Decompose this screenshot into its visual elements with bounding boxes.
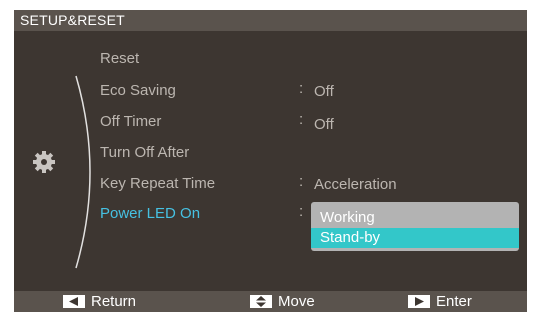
gear-icon bbox=[33, 151, 55, 173]
left-arrow-icon bbox=[63, 295, 85, 308]
enter-label: Enter bbox=[436, 293, 472, 310]
right-arrow-icon bbox=[408, 295, 430, 308]
menu-item-key-repeat-time[interactable]: Key Repeat Time bbox=[100, 175, 215, 192]
menu-item-off-timer[interactable]: Off Timer bbox=[100, 113, 161, 130]
off-timer-value: Off bbox=[314, 116, 334, 133]
separator-colon: : bbox=[299, 111, 304, 128]
navigation-bar: Return Move Enter bbox=[14, 291, 527, 312]
return-hint[interactable]: Return bbox=[63, 291, 136, 312]
menu-bracket bbox=[75, 75, 91, 269]
move-label: Move bbox=[278, 293, 315, 310]
return-label: Return bbox=[91, 293, 137, 310]
menu-item-eco-saving[interactable]: Eco Saving bbox=[100, 82, 176, 99]
menu-title: SETUP&RESET bbox=[14, 10, 527, 31]
menu-item-power-led-on[interactable]: Power LED On bbox=[100, 205, 200, 222]
separator-colon: : bbox=[299, 80, 304, 97]
move-hint[interactable]: Move bbox=[250, 291, 315, 312]
dropdown-option-stand-by[interactable]: Stand-by bbox=[311, 228, 519, 248]
separator-colon: : bbox=[299, 203, 304, 220]
up-down-arrow-icon bbox=[250, 295, 272, 308]
menu-item-turn-off-after[interactable]: Turn Off After bbox=[100, 144, 189, 161]
key-repeat-time-value: Acceleration bbox=[314, 176, 397, 193]
power-led-dropdown[interactable]: Working Stand-by bbox=[311, 202, 519, 251]
separator-colon: : bbox=[299, 173, 304, 190]
menu-item-reset[interactable]: Reset bbox=[100, 50, 139, 67]
dropdown-option-working[interactable]: Working bbox=[311, 208, 519, 228]
enter-hint[interactable]: Enter bbox=[408, 291, 472, 312]
osd-menu-window: SETUP&RESET Reset Eco Saving : Off Off T… bbox=[14, 10, 527, 312]
eco-saving-value: Off bbox=[314, 83, 334, 100]
